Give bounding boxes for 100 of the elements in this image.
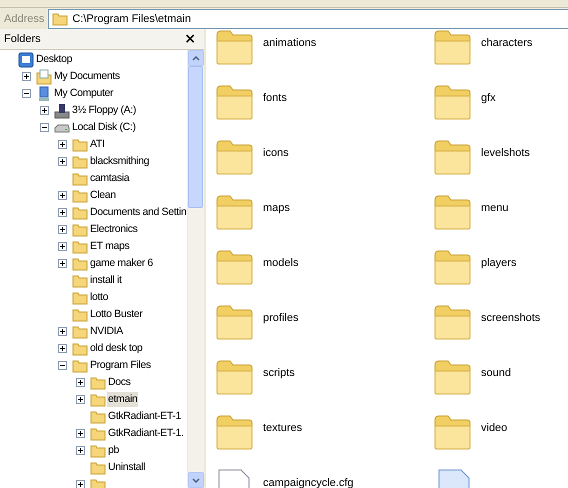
expand-button[interactable] [58,327,67,336]
tree-item[interactable]: camtasia [89,171,130,186]
tree-item[interactable]: GtkRadiant-ET-1 [107,409,182,424]
close-button[interactable]: × [184,32,196,46]
folder-icon [433,304,471,340]
file-name[interactable]: gfx [481,92,496,104]
folder-icon [72,172,88,186]
tree-item[interactable]: Desktop [35,52,74,67]
tree-item[interactable]: lotto [89,290,110,305]
expand-button[interactable] [58,140,67,149]
expand-button[interactable] [58,242,67,251]
file-name[interactable]: levelshots [481,147,530,159]
collapse-button[interactable] [58,361,67,370]
expand-button[interactable] [40,106,49,115]
file-name[interactable]: sound [481,367,511,379]
tree-item[interactable]: blacksmithing [89,154,150,169]
folder-icon [72,188,88,202]
expand-button[interactable] [58,259,67,268]
floppy-drive-icon [54,102,70,118]
file-name[interactable]: fonts [263,92,287,104]
tree-item[interactable]: install it [89,273,123,288]
folder-icon [72,256,88,270]
tree-item[interactable]: NVIDIA [89,324,124,339]
expand-button[interactable] [76,480,85,488]
folder-icon [72,324,88,338]
folder-icon [72,138,88,152]
folder-icon [433,414,471,450]
folder-icon [72,206,88,220]
file-name[interactable]: models [263,257,298,269]
tree-item[interactable]: GtkRadiant-ET-1. [107,426,185,441]
tree-item[interactable]: game maker 6 [89,256,154,271]
collapse-button[interactable] [40,123,49,132]
tree-item[interactable]: ATI [89,137,106,152]
file-name[interactable]: video [481,422,508,434]
tree-item[interactable]: Clean [89,188,117,203]
collapse-button[interactable] [22,89,31,98]
expand-button[interactable] [58,344,67,353]
file-name[interactable]: characters [481,37,532,49]
expand-button[interactable] [22,72,31,81]
file-name[interactable]: icons [263,147,289,159]
folder-icon [215,84,253,120]
desktop-icon [18,52,34,68]
tree-item[interactable]: etmain [107,392,138,407]
tree-item[interactable]: Electronics [89,222,139,237]
caret-down-icon [192,478,200,482]
expand-button[interactable] [76,429,85,438]
folder-icon [72,154,88,168]
tree-item[interactable]: Documents and Settin [89,205,187,220]
expand-button[interactable] [76,446,85,455]
tree-item[interactable]: Docs [107,375,132,390]
folder-icon [215,359,253,395]
expand-button[interactable] [76,378,85,387]
caret-up-icon [192,56,200,60]
tree-item[interactable]: Uninstall [107,460,146,475]
folder-icon [90,376,106,390]
file-name[interactable]: textures [263,422,302,434]
file-name[interactable]: players [481,257,516,269]
file-name[interactable]: animations [263,37,316,49]
folder-icon [72,308,88,322]
file-name[interactable]: maps [263,202,290,214]
folder-icon [90,444,106,458]
tree-item[interactable]: Local Disk (C:) [71,120,137,135]
folder-icon [433,29,471,65]
tree-item[interactable]: My Computer [53,86,114,101]
expand-button[interactable] [58,225,67,234]
tree-item[interactable]: My Documents [53,69,121,84]
file-name[interactable]: menu [481,202,509,214]
address-label: Address [4,12,44,24]
folder-icon [90,426,106,440]
folder-icon [72,358,88,372]
folder-icon [72,222,88,236]
scroll-down-button[interactable] [188,472,204,488]
tree-item[interactable]: Program Files [89,358,152,373]
tree-item[interactable]: pb [107,443,120,458]
folder-icon [52,12,68,26]
expand-button[interactable] [76,395,85,404]
folder-icon [433,139,471,175]
address-field[interactable]: C:\Program Files\etmain [48,8,568,28]
expand-button[interactable] [58,157,67,166]
folder-icon [433,249,471,285]
folder-icon [215,304,253,340]
tree-item[interactable]: old desk top [89,341,144,356]
folder-icon [215,194,253,230]
pane-title: Folders [4,33,41,45]
folder-icon [215,139,253,175]
expand-button[interactable] [58,208,67,217]
file-name[interactable]: profiles [263,312,298,324]
computer-icon [36,86,52,102]
folder-icon [433,194,471,230]
tree-item[interactable]: Lotto Buster [89,307,144,322]
file-name[interactable]: scripts [263,367,295,379]
file-name[interactable]: campaigncycle.cfg [263,477,354,488]
scrollbar-thumb[interactable] [188,66,203,208]
scroll-up-button[interactable] [188,50,204,66]
folder-icon [433,84,471,120]
tree-item[interactable]: 3½ Floppy (A:) [71,103,137,118]
file-name[interactable]: screenshots [481,312,540,324]
folder-icon [433,359,471,395]
expand-button[interactable] [58,191,67,200]
tree-item[interactable]: ET maps [89,239,130,254]
